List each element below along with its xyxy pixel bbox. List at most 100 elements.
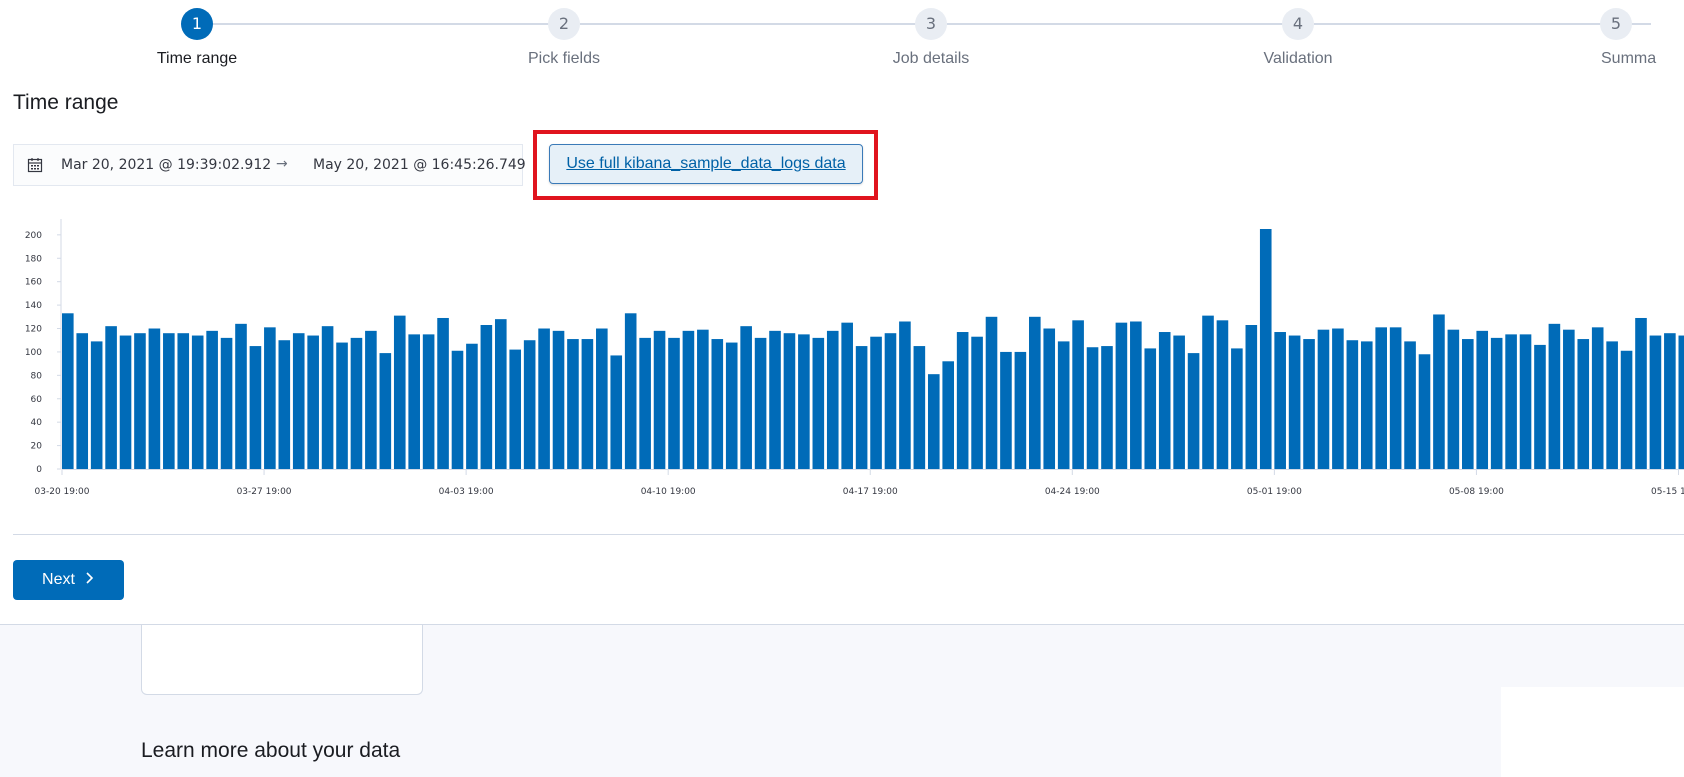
chart-bar[interactable] [798,334,810,469]
chart-bar[interactable] [1116,323,1128,469]
use-full-data-button[interactable]: Use full kibana_sample_data_logs data [549,144,863,184]
chart-bar[interactable] [1375,327,1387,469]
chart-bar[interactable] [856,346,868,469]
chart-bar[interactable] [582,339,594,469]
chart-bar[interactable] [509,350,521,469]
chart-bar[interactable] [755,338,767,469]
start-date-button[interactable]: Mar 20, 2021 @ 19:39:02.912 [61,157,271,173]
chart-bar[interactable] [279,340,291,469]
chart-bar[interactable] [1289,336,1301,469]
chart-bar[interactable] [437,318,449,469]
chart-bar[interactable] [596,329,608,469]
chart-bar[interactable] [235,324,247,469]
chart-bar[interactable] [841,323,853,469]
chart-bar[interactable] [625,313,637,469]
chart-bar[interactable] [1087,347,1099,469]
chart-bar[interactable] [1188,353,1200,469]
chart-bar[interactable] [221,338,233,469]
chart-bar[interactable] [553,331,565,469]
step-summary[interactable]: 5 Summa [1566,8,1666,68]
chart-bar[interactable] [870,337,882,469]
chart-bar[interactable] [1505,334,1517,469]
chart-bar[interactable] [452,351,464,469]
chart-bar[interactable] [740,326,752,469]
chart-bar[interactable] [1404,341,1416,469]
chart-bar[interactable] [524,340,536,469]
chart-bar[interactable] [1448,330,1460,469]
chart-bar[interactable] [1347,340,1359,469]
chart-bar[interactable] [928,374,940,469]
chart-bar[interactable] [986,317,998,469]
chart-bar[interactable] [610,355,622,469]
chart-bar[interactable] [1260,229,1272,469]
chart-bar[interactable] [827,331,839,469]
chart-bar[interactable] [1361,341,1373,469]
chart-bar[interactable] [567,339,579,469]
chart-bar[interactable] [250,346,262,469]
chart-bar[interactable] [120,336,132,469]
chart-bar[interactable] [365,331,377,469]
chart-bar[interactable] [1144,348,1156,469]
chart-bar[interactable] [1606,341,1618,469]
chart-bar[interactable] [62,313,74,469]
chart-bar[interactable] [1592,327,1604,469]
chart-bar[interactable] [914,346,926,469]
chart-bar[interactable] [495,319,507,469]
chart-bar[interactable] [1029,317,1041,469]
chart-bar[interactable] [1621,351,1633,469]
chart-bar[interactable] [206,331,218,469]
chart-bar[interactable] [697,330,709,469]
chart-bar[interactable] [1000,352,1012,469]
step-time-range[interactable]: 1 Time range [97,8,297,68]
chart-bar[interactable] [1332,329,1344,469]
chart-bar[interactable] [683,331,695,469]
chart-bar[interactable] [1231,348,1243,469]
chart-bar[interactable] [1549,324,1561,469]
chart-bar[interactable] [1390,327,1402,469]
chart-bar[interactable] [293,333,305,469]
step-pick-fields[interactable]: 2 Pick fields [464,8,664,68]
chart-bar[interactable] [1577,339,1589,469]
chart-bar[interactable] [76,333,88,469]
chart-bar[interactable] [408,334,420,469]
chart-bar[interactable] [1101,346,1113,469]
chart-bar[interactable] [351,338,363,469]
chart-bar[interactable] [423,334,435,469]
chart-bar[interactable] [957,332,969,469]
chart-bar[interactable] [1433,314,1445,469]
chart-bar[interactable] [1159,332,1171,469]
chart-bar[interactable] [1058,341,1070,469]
chart-bar[interactable] [481,325,493,469]
chart-bar[interactable] [1274,332,1286,469]
chart-bar[interactable] [1679,336,1684,469]
chart-bar[interactable] [1246,325,1258,469]
chart-bar[interactable] [1202,316,1214,469]
chart-bar[interactable] [1043,329,1055,469]
chart-bar[interactable] [711,339,723,469]
chart-bar[interactable] [971,337,983,469]
chart-bar[interactable] [899,321,911,469]
chart-bar[interactable] [91,341,103,469]
chart-bar[interactable] [105,326,117,469]
chart-bar[interactable] [784,333,796,469]
chart-bar[interactable] [1303,339,1315,469]
chart-bar[interactable] [726,343,738,469]
chart-bar[interactable] [192,336,204,469]
chart-bar[interactable] [1419,354,1431,469]
chart-bar[interactable] [885,333,897,469]
chart-bar[interactable] [813,338,825,469]
end-date-button[interactable]: May 20, 2021 @ 16:45:26.749 [313,157,526,173]
chart-bar[interactable] [1318,330,1330,469]
chart-bar[interactable] [177,333,189,469]
chart-bar[interactable] [1491,338,1503,469]
chart-bar[interactable] [1072,320,1084,469]
chart-bar[interactable] [1217,320,1229,469]
chart-bar[interactable] [1462,339,1474,469]
chart-bar[interactable] [134,333,146,469]
chart-bar[interactable] [1534,345,1546,469]
chart-bar[interactable] [654,331,666,469]
chart-bar[interactable] [1130,321,1142,469]
chart-bar[interactable] [264,327,276,469]
chart-bar[interactable] [1015,352,1027,469]
chart-bar[interactable] [1664,333,1676,469]
